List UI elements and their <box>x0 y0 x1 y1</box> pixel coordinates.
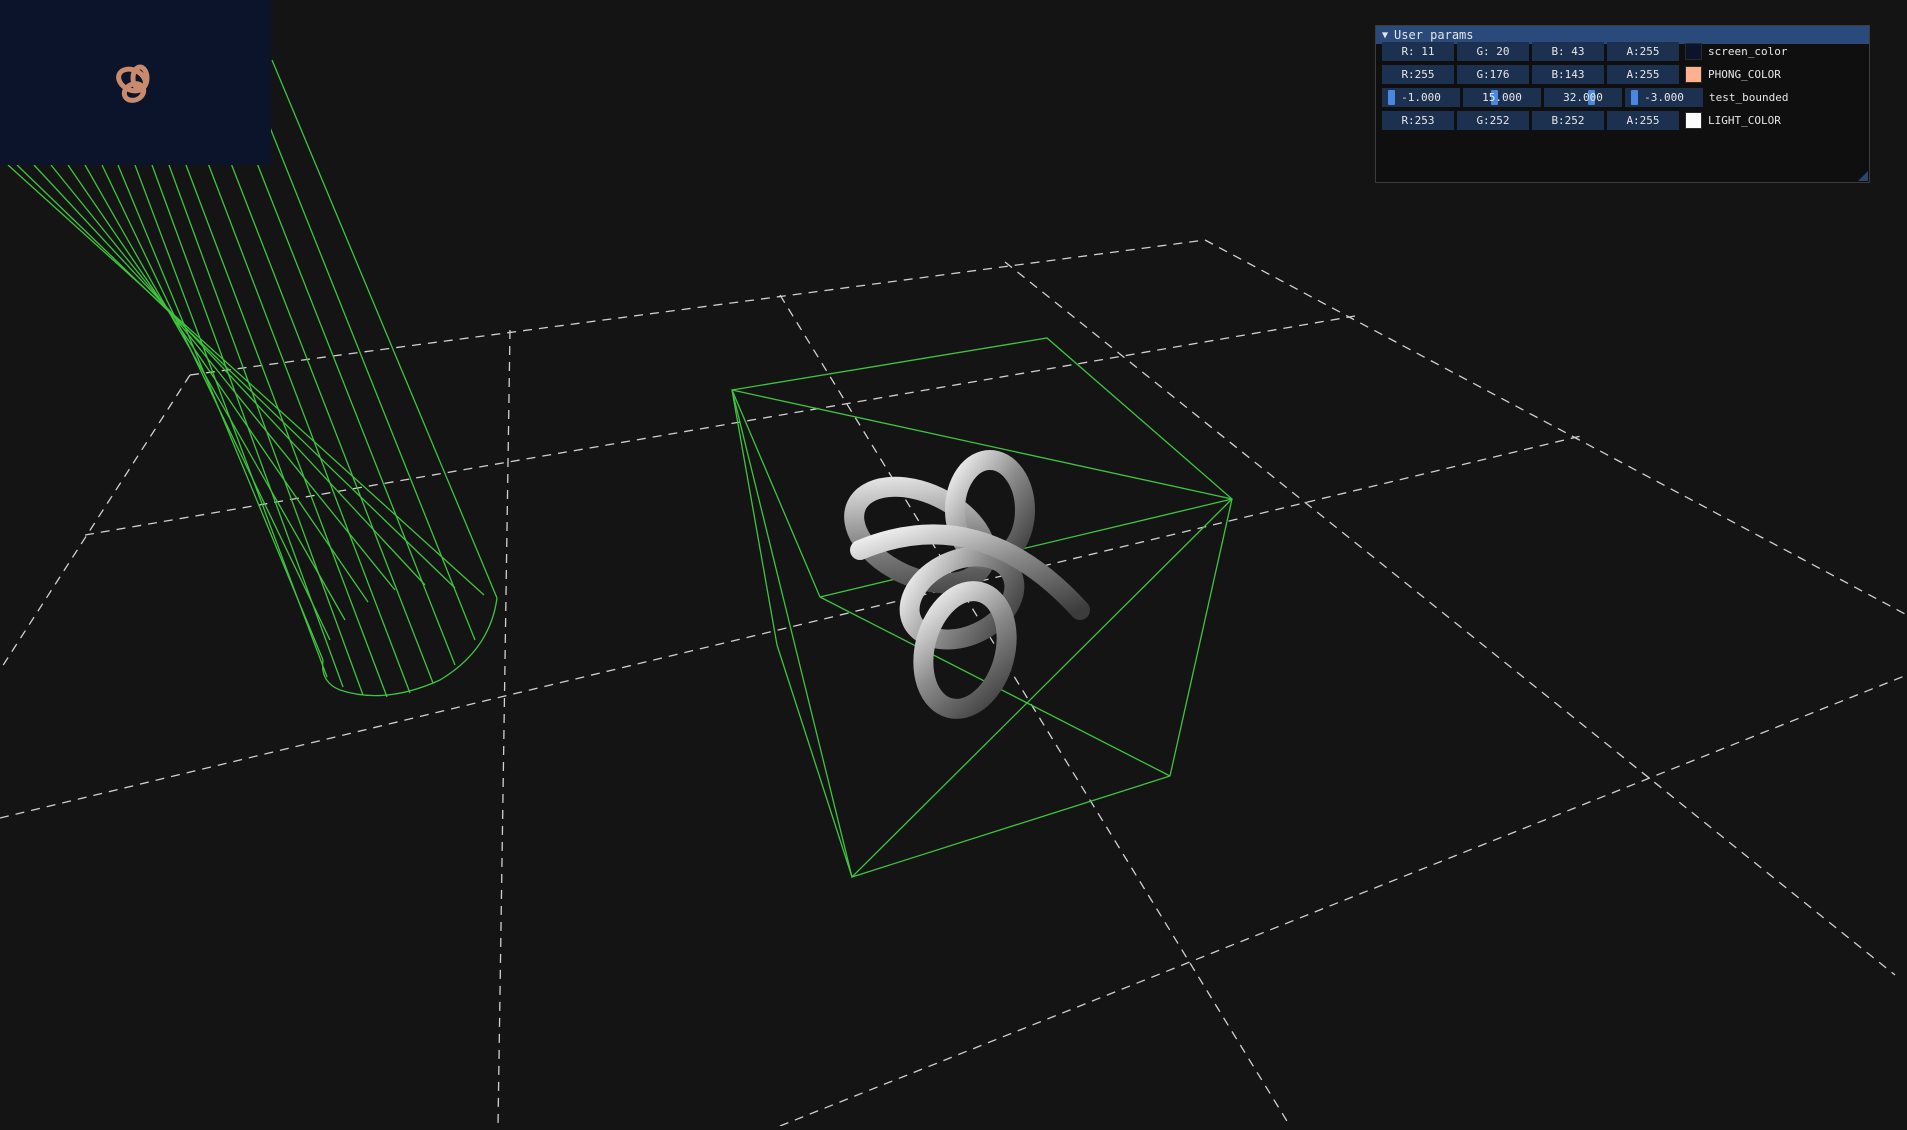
screen-color-b-field[interactable]: B: 43 <box>1532 42 1604 61</box>
user-params-window[interactable]: ▼ User params R: 11 G: 20 B: 43 A:255 sc… <box>1375 25 1870 183</box>
screen-color-a-field[interactable]: A:255 <box>1607 42 1679 61</box>
floor-grid <box>0 239 1907 1127</box>
resize-grip-icon[interactable] <box>1858 171 1868 181</box>
param-row-test-bounded: -1.000 15.000 32.000 -3.000 test_bounded <box>1382 88 1788 107</box>
phong-color-g-field[interactable]: G:176 <box>1457 65 1529 84</box>
phong-color-label: PHONG_COLOR <box>1708 68 1781 81</box>
collapse-arrow-icon[interactable]: ▼ <box>1382 30 1388 41</box>
test-bounded-slider-4[interactable]: -3.000 <box>1625 88 1703 107</box>
grid-line <box>1204 239 1907 616</box>
light-color-swatch[interactable] <box>1685 112 1702 129</box>
light-color-label: LIGHT_COLOR <box>1708 114 1781 127</box>
test-bounded-label: test_bounded <box>1709 91 1789 104</box>
light-color-b-field[interactable]: B:252 <box>1532 111 1604 130</box>
window-title: User params <box>1394 28 1474 42</box>
phong-color-b-field[interactable]: B:143 <box>1532 65 1604 84</box>
grid-line <box>0 374 191 671</box>
grid-line <box>779 294 1291 1127</box>
screen-color-swatch[interactable] <box>1685 43 1702 60</box>
preview-viewport <box>0 0 271 165</box>
test-bounded-slider-2[interactable]: 15.000 <box>1463 88 1541 107</box>
param-row-phong-color: R:255 G:176 B:143 A:255 PHONG_COLOR <box>1382 65 1781 84</box>
param-row-screen-color: R: 11 G: 20 B: 43 A:255 screen_color <box>1382 42 1787 61</box>
phong-color-a-field[interactable]: A:255 <box>1607 65 1679 84</box>
grid-line <box>0 434 1586 819</box>
wireframe-cube <box>731 337 1233 879</box>
test-bounded-slider-3[interactable]: 32.000 <box>1544 88 1622 107</box>
grid-line <box>779 674 1907 1127</box>
test-bounded-slider-1[interactable]: -1.000 <box>1382 88 1460 107</box>
screen-color-label: screen_color <box>1708 45 1788 58</box>
screen-color-g-field[interactable]: G: 20 <box>1457 42 1529 61</box>
grid-line <box>1004 261 1896 976</box>
param-row-light-color: R:253 G:252 B:252 A:255 LIGHT_COLOR <box>1382 111 1781 130</box>
phong-color-swatch[interactable] <box>1685 66 1702 83</box>
light-color-r-field[interactable]: R:253 <box>1382 111 1454 130</box>
grid-line <box>497 329 511 1127</box>
slider-grab[interactable] <box>1631 90 1638 105</box>
preview-canvas <box>116 64 150 103</box>
torus-knot-model <box>844 450 1090 719</box>
slider-grab[interactable] <box>1388 90 1395 105</box>
screen-color-r-field[interactable]: R: 11 <box>1382 42 1454 61</box>
preview-torus-knot <box>116 64 150 103</box>
phong-color-r-field[interactable]: R:255 <box>1382 65 1454 84</box>
light-color-a-field[interactable]: A:255 <box>1607 111 1679 130</box>
light-color-g-field[interactable]: G:252 <box>1457 111 1529 130</box>
